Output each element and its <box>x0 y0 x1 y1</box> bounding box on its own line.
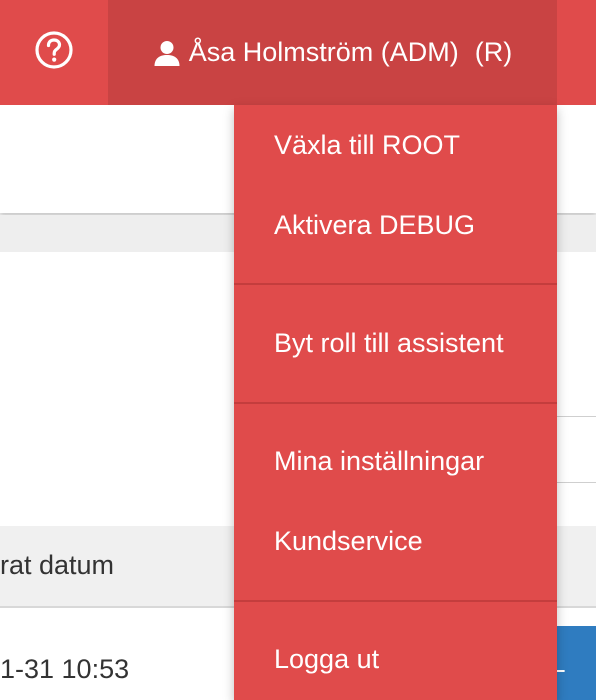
input-underline <box>555 416 596 417</box>
user-icon <box>153 39 181 67</box>
menu-item-customer-service[interactable]: Kundservice <box>234 511 557 571</box>
role-badge: (R) <box>474 37 513 67</box>
top-navbar: Åsa Holmström (ADM) (R) <box>0 0 596 105</box>
menu-divider <box>234 402 557 404</box>
user-dropdown-menu: Växla till ROOT Aktivera DEBUG Byt roll … <box>234 105 557 700</box>
menu-item-enable-debug[interactable]: Aktivera DEBUG <box>234 195 557 255</box>
menu-item-switch-root[interactable]: Växla till ROOT <box>234 115 557 175</box>
navbar-right-area <box>557 0 596 105</box>
menu-item-my-settings[interactable]: Mina inställningar <box>234 431 557 491</box>
help-button[interactable] <box>0 0 108 105</box>
row-action-button[interactable]: L <box>557 626 596 700</box>
cell-datetime: 1-31 10:53 <box>0 654 130 684</box>
user-menu-button[interactable]: Åsa Holmström (ADM) (R) <box>108 0 557 105</box>
help-circle-icon <box>34 30 74 75</box>
menu-item-switch-role-assistant[interactable]: Byt roll till assistent <box>234 313 557 373</box>
row-action-button-label: L <box>557 647 566 678</box>
column-header-date[interactable]: rat datum <box>0 550 114 581</box>
menu-item-logout[interactable]: Logga ut <box>234 629 557 689</box>
user-name-label: Åsa Holmström (ADM) <box>188 37 459 67</box>
input-underline <box>555 482 596 483</box>
menu-divider <box>234 283 557 285</box>
menu-divider <box>234 600 557 602</box>
